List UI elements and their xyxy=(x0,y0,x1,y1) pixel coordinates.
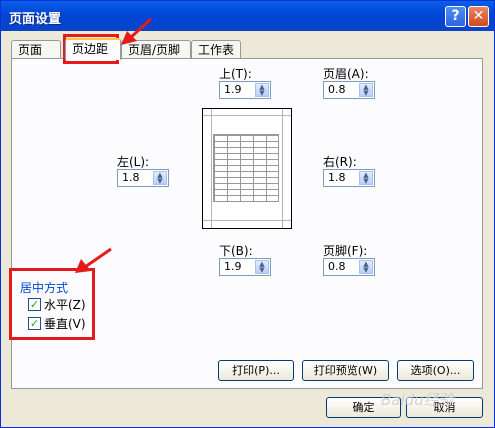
spin-arrows-icon[interactable]: ▲ ▼ xyxy=(255,260,269,274)
print-preview-button[interactable]: 打印预览(W) xyxy=(302,360,389,381)
preview-table-grid xyxy=(213,134,279,202)
spin-arrows-icon[interactable]: ▲ ▼ xyxy=(255,83,269,97)
top-margin-label: 上(T): xyxy=(219,67,252,81)
top-margin-value[interactable]: 1.9 xyxy=(224,83,242,96)
bottom-margin-label: 下(B): xyxy=(219,244,253,258)
watermark-text: Baidu经验 xyxy=(381,391,454,409)
right-margin-value[interactable]: 1.8 xyxy=(328,171,346,184)
spin-arrows-icon[interactable]: ▲ ▼ xyxy=(359,260,373,274)
spin-arrows-icon[interactable]: ▲ ▼ xyxy=(359,171,373,185)
header-margin-value[interactable]: 0.8 xyxy=(328,83,346,96)
tab-page[interactable]: 页面 xyxy=(11,40,61,58)
annotation-arrow-icon xyxy=(121,17,153,45)
header-guide-line xyxy=(203,115,291,116)
annotation-box-centering xyxy=(9,268,95,340)
print-button[interactable]: 打印(P)... xyxy=(218,360,294,381)
tab-sheet[interactable]: 工作表 xyxy=(191,40,241,58)
header-margin-label: 页眉(A): xyxy=(323,67,369,81)
tab-margins[interactable]: 页边距 xyxy=(65,38,121,60)
bottom-margin-value[interactable]: 1.9 xyxy=(224,260,242,273)
left-margin-label: 左(L): xyxy=(117,155,150,169)
right-guide-line xyxy=(282,109,283,228)
left-margin-value[interactable]: 1.8 xyxy=(122,171,140,184)
page-preview xyxy=(202,108,292,229)
right-margin-spinner[interactable]: 1.8 ▲ ▼ xyxy=(323,169,375,187)
help-button[interactable]: ? xyxy=(445,6,466,27)
footer-margin-spinner[interactable]: 0.8 ▲ ▼ xyxy=(323,258,375,276)
left-margin-spinner[interactable]: 1.8 ▲ ▼ xyxy=(117,169,169,187)
spin-arrows-icon[interactable]: ▲ ▼ xyxy=(153,171,167,185)
dialog-title: 页面设置 xyxy=(9,12,62,27)
footer-guide-line xyxy=(203,220,291,221)
spin-arrows-icon[interactable]: ▲ ▼ xyxy=(359,83,373,97)
footer-margin-value[interactable]: 0.8 xyxy=(328,260,346,273)
options-button[interactable]: 选项(O)... xyxy=(397,360,474,381)
close-button[interactable]: ✕ xyxy=(468,6,489,27)
left-guide-line xyxy=(211,109,212,228)
bottom-margin-spinner[interactable]: 1.9 ▲ ▼ xyxy=(219,258,271,276)
page-setup-dialog: 页面设置 ? ✕ 页面 页边距 页眉/页脚 工作表 上(T): 1.9 ▲ ▼ 页… xyxy=(0,0,495,428)
annotation-arrow-icon xyxy=(75,247,112,273)
right-margin-label: 右(R): xyxy=(323,155,357,169)
title-bar[interactable]: 页面设置 ? ✕ xyxy=(1,1,494,31)
header-margin-spinner[interactable]: 0.8 ▲ ▼ xyxy=(323,81,375,99)
footer-margin-label: 页脚(F): xyxy=(323,244,368,258)
top-margin-spinner[interactable]: 1.9 ▲ ▼ xyxy=(219,81,271,99)
